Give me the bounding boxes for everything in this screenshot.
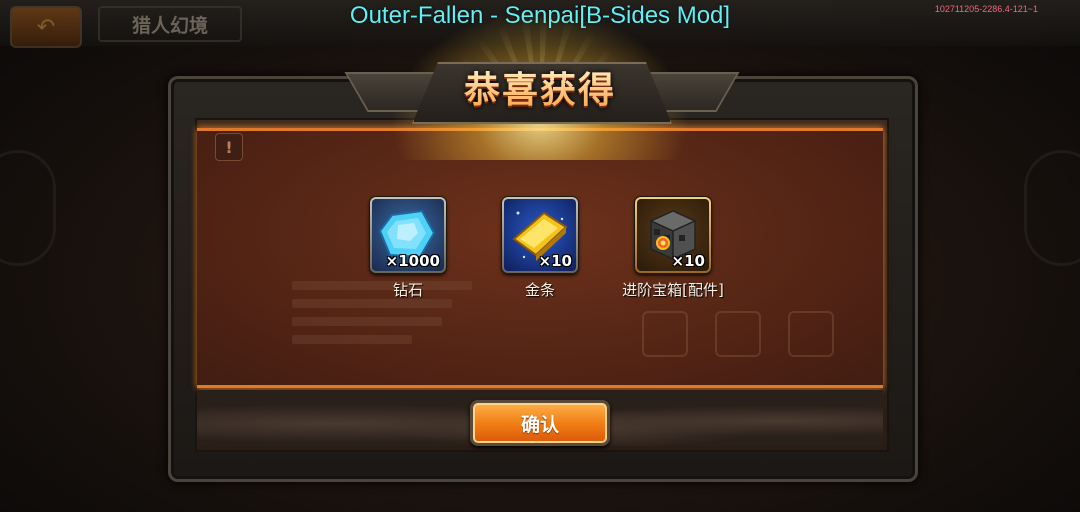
reward-slot-inner: ×10 xyxy=(637,199,709,271)
faded-background-text xyxy=(292,317,442,326)
reward-slot-inner: ×1000 xyxy=(372,199,444,271)
reward-quantity: ×1000 xyxy=(385,252,440,270)
reward-slot: ×1000 xyxy=(370,197,446,273)
reward-slot-inner: ×10 xyxy=(504,199,576,271)
faded-background-text xyxy=(292,335,412,344)
reward-name: 进阶宝箱[配件] xyxy=(622,281,724,299)
version-text: 102711205-2286.4-121~1 xyxy=(934,4,1038,14)
reward-quantity: ×10 xyxy=(671,252,705,270)
reward-item-treasure-chest[interactable]: ×10 进阶宝箱[配件] xyxy=(593,197,753,300)
exclamation-icon: ! xyxy=(215,133,243,161)
background-left-ornament xyxy=(0,150,56,266)
faded-background-slot xyxy=(642,311,688,357)
reward-quantity: ×10 xyxy=(538,252,572,270)
faded-background-slot xyxy=(788,311,834,357)
game-screen: ↶ 猎人幻境 Outer-Fallen - Senpai[B-Sides Mod… xyxy=(0,0,1080,512)
background-right-ornament xyxy=(1024,150,1080,266)
dialog-title: 恭喜获得 xyxy=(412,66,668,116)
faded-background-text xyxy=(292,299,452,308)
faded-background-slot xyxy=(715,311,761,357)
reward-slot: ×10 xyxy=(635,197,711,273)
reward-slot: ×10 xyxy=(502,197,578,273)
confirm-button[interactable]: 确认 xyxy=(470,400,610,446)
